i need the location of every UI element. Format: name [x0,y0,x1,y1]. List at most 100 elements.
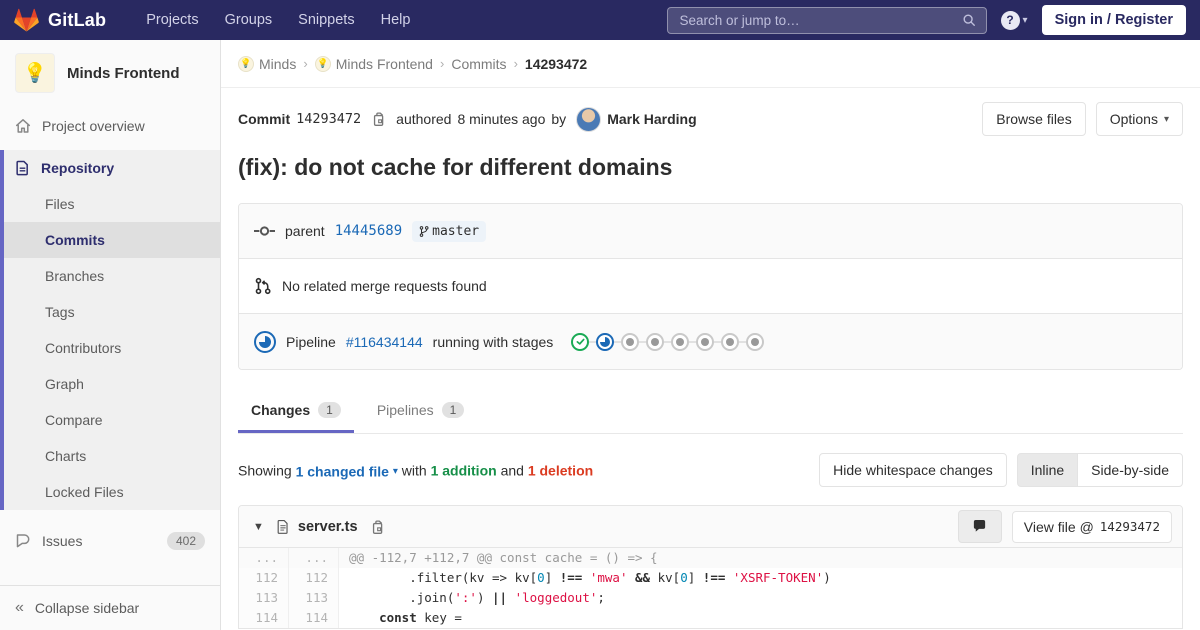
collapse-label: Collapse sidebar [34,600,140,616]
author-name[interactable]: Mark Harding [607,111,696,127]
stage-icon-3-created[interactable] [621,332,640,351]
file-icon [277,519,288,534]
sidebar-item-compare[interactable]: Compare [4,402,220,438]
nav-menu-item-groups[interactable]: Groups [215,7,283,33]
issues-icon [16,534,30,548]
sidebar-project[interactable]: 💡 Minds Frontend [0,40,220,108]
pipeline-mini-graph [571,332,765,351]
stage-connector [689,340,697,343]
breadcrumb-item-minds[interactable]: 💡 Minds [238,55,296,72]
diff-row: 113 113 .join(':') || 'loggedout'; [239,588,1182,608]
view-file-button[interactable]: View file @ 14293472 [1011,510,1172,543]
created-dot [751,337,760,346]
file-name[interactable]: server.ts [298,519,358,535]
pipeline-label: Pipeline [286,333,336,350]
collapse-sidebar-button[interactable]: « Collapse sidebar [0,585,220,630]
file-actions: View file @ 14293472 [957,510,1172,543]
sidebar-item-repository[interactable]: Repository [4,150,220,186]
browse-files-button[interactable]: Browse files [982,102,1086,136]
nav-menu-item-projects[interactable]: Projects [136,7,208,33]
sidebar-item-contributors[interactable]: Contributors [4,330,220,366]
created-dot [701,337,710,346]
sidebar-item-charts[interactable]: Charts [4,438,220,474]
sidebar-item-tags[interactable]: Tags [4,294,220,330]
created-dot [726,337,735,346]
pipeline-status-icon[interactable] [254,330,276,353]
stage-icon-6-created[interactable] [696,332,715,351]
commit-meta: Commit 14293472 authored 8 minutes ago b… [238,106,697,132]
copy-commit-sha-button[interactable] [367,109,390,129]
sidebar-item-branches[interactable]: Branches [4,258,220,294]
project-avatar: 💡 [15,53,55,93]
breadcrumb-item-commits[interactable]: Commits [451,56,506,72]
stage-icon-7-created[interactable] [721,332,740,351]
stage-icon-4-created[interactable] [646,332,665,351]
author-avatar[interactable] [576,106,602,132]
sidebar-item-graph[interactable]: Graph [4,366,220,402]
old-line-number[interactable]: 112 [239,568,289,588]
no-mr-text: No related merge requests found [282,278,487,294]
inline-button[interactable]: Inline [1016,453,1079,487]
old-line-number[interactable]: 114 [239,608,289,628]
diff-row: 114 114 const key = [239,608,1182,628]
new-line-number[interactable]: 113 [289,588,339,608]
file-collapse-caret[interactable]: ▼ [249,521,268,533]
diff-table: ...... @@ -112,7 +112,7 @@ const cache = … [239,548,1182,628]
breadcrumb-item-minds-frontend[interactable]: 💡 Minds Frontend [314,55,433,72]
breadcrumb-label: 14293472 [524,55,588,72]
gitlab-home-link[interactable]: GitLab [14,8,106,32]
copy-icon [372,519,382,534]
issues-count-badge: 402 [166,532,205,550]
nav-menu: Projects Groups Snippets Help [136,7,420,33]
pipeline-status-text: running with stages [432,333,554,350]
home-icon [15,119,31,133]
sidebar-item-locked-files[interactable]: Locked Files [4,474,220,510]
global-search-input[interactable] [677,11,962,29]
hide-whitespace-button[interactable]: Hide whitespace changes [819,453,1007,487]
sidebar: 💡 Minds Frontend Project overview Reposi… [0,40,221,630]
sidebar-item-commits[interactable]: Commits [4,222,220,258]
stage-connector [714,340,722,343]
nav-menu-item-help[interactable]: Help [371,7,421,33]
new-line-number[interactable]: 114 [289,608,339,628]
side-by-side-button[interactable]: Side-by-side [1077,453,1183,487]
stage-icon-5-created[interactable] [671,332,690,351]
pipeline-row: Pipeline #116434144 running with stages [239,314,1182,369]
diff-file: ▼ server.ts View file @ 14293472 ... ...… [238,505,1183,629]
help-menu[interactable]: ? ▾ [1000,10,1028,30]
pipeline-link[interactable]: #116434144 [346,334,423,350]
branch-badge[interactable]: master [412,220,487,242]
sidebar-item-files[interactable]: Files [4,186,220,222]
copy-file-path-button[interactable] [366,517,389,537]
tab-changes[interactable]: Changes 1 [238,390,354,433]
commit-parent-row: parent 14445689 master [239,204,1182,259]
project-name: Minds Frontend [67,64,180,82]
stage-connector [614,340,622,343]
new-line-number[interactable]: 112 [289,568,339,588]
old-line-number[interactable]: ... [239,548,289,568]
line-content: @@ -112,7 +112,7 @@ const cache = () => … [349,550,658,565]
parent-sha-link[interactable]: 14445689 [335,223,402,239]
changed-files-dropdown[interactable]: 1 changed file ▾ [295,462,398,479]
old-line-number[interactable]: 113 [239,588,289,608]
nav-menu-item-snippets[interactable]: Snippets [288,7,364,33]
additions-count: 1 addition [430,462,497,479]
stage-icon-8-created[interactable] [746,332,765,351]
line-content: .join(':') || 'loggedout'; [349,590,605,605]
new-line-number[interactable]: ... [289,548,339,568]
diff-file-header: ▼ server.ts View file @ 14293472 [239,506,1182,548]
options-button[interactable]: Options ▾ [1095,102,1183,136]
changed-files-label: 1 changed file [295,462,389,479]
stage-icon-1-success[interactable] [571,332,590,351]
top-navbar: GitLab Projects GroupsSnippets Help ? ▾ Si… [0,0,1200,40]
sidebar-item-project-overview[interactable]: Project overview [0,108,220,144]
sign-in-button[interactable]: Sign in / Register [1041,5,1186,35]
diff-stats-bar: Showing 1 changed file ▾ with 1 addition… [238,453,1183,487]
copy-icon [374,112,384,126]
global-search[interactable] [666,6,987,34]
created-dot [626,337,635,346]
sidebar-item-issues[interactable]: Issues 402 [0,522,220,560]
comment-button[interactable] [957,510,1002,543]
stage-icon-2-running[interactable] [596,332,615,351]
tab-pipelines[interactable]: Pipelines 1 [364,390,478,433]
